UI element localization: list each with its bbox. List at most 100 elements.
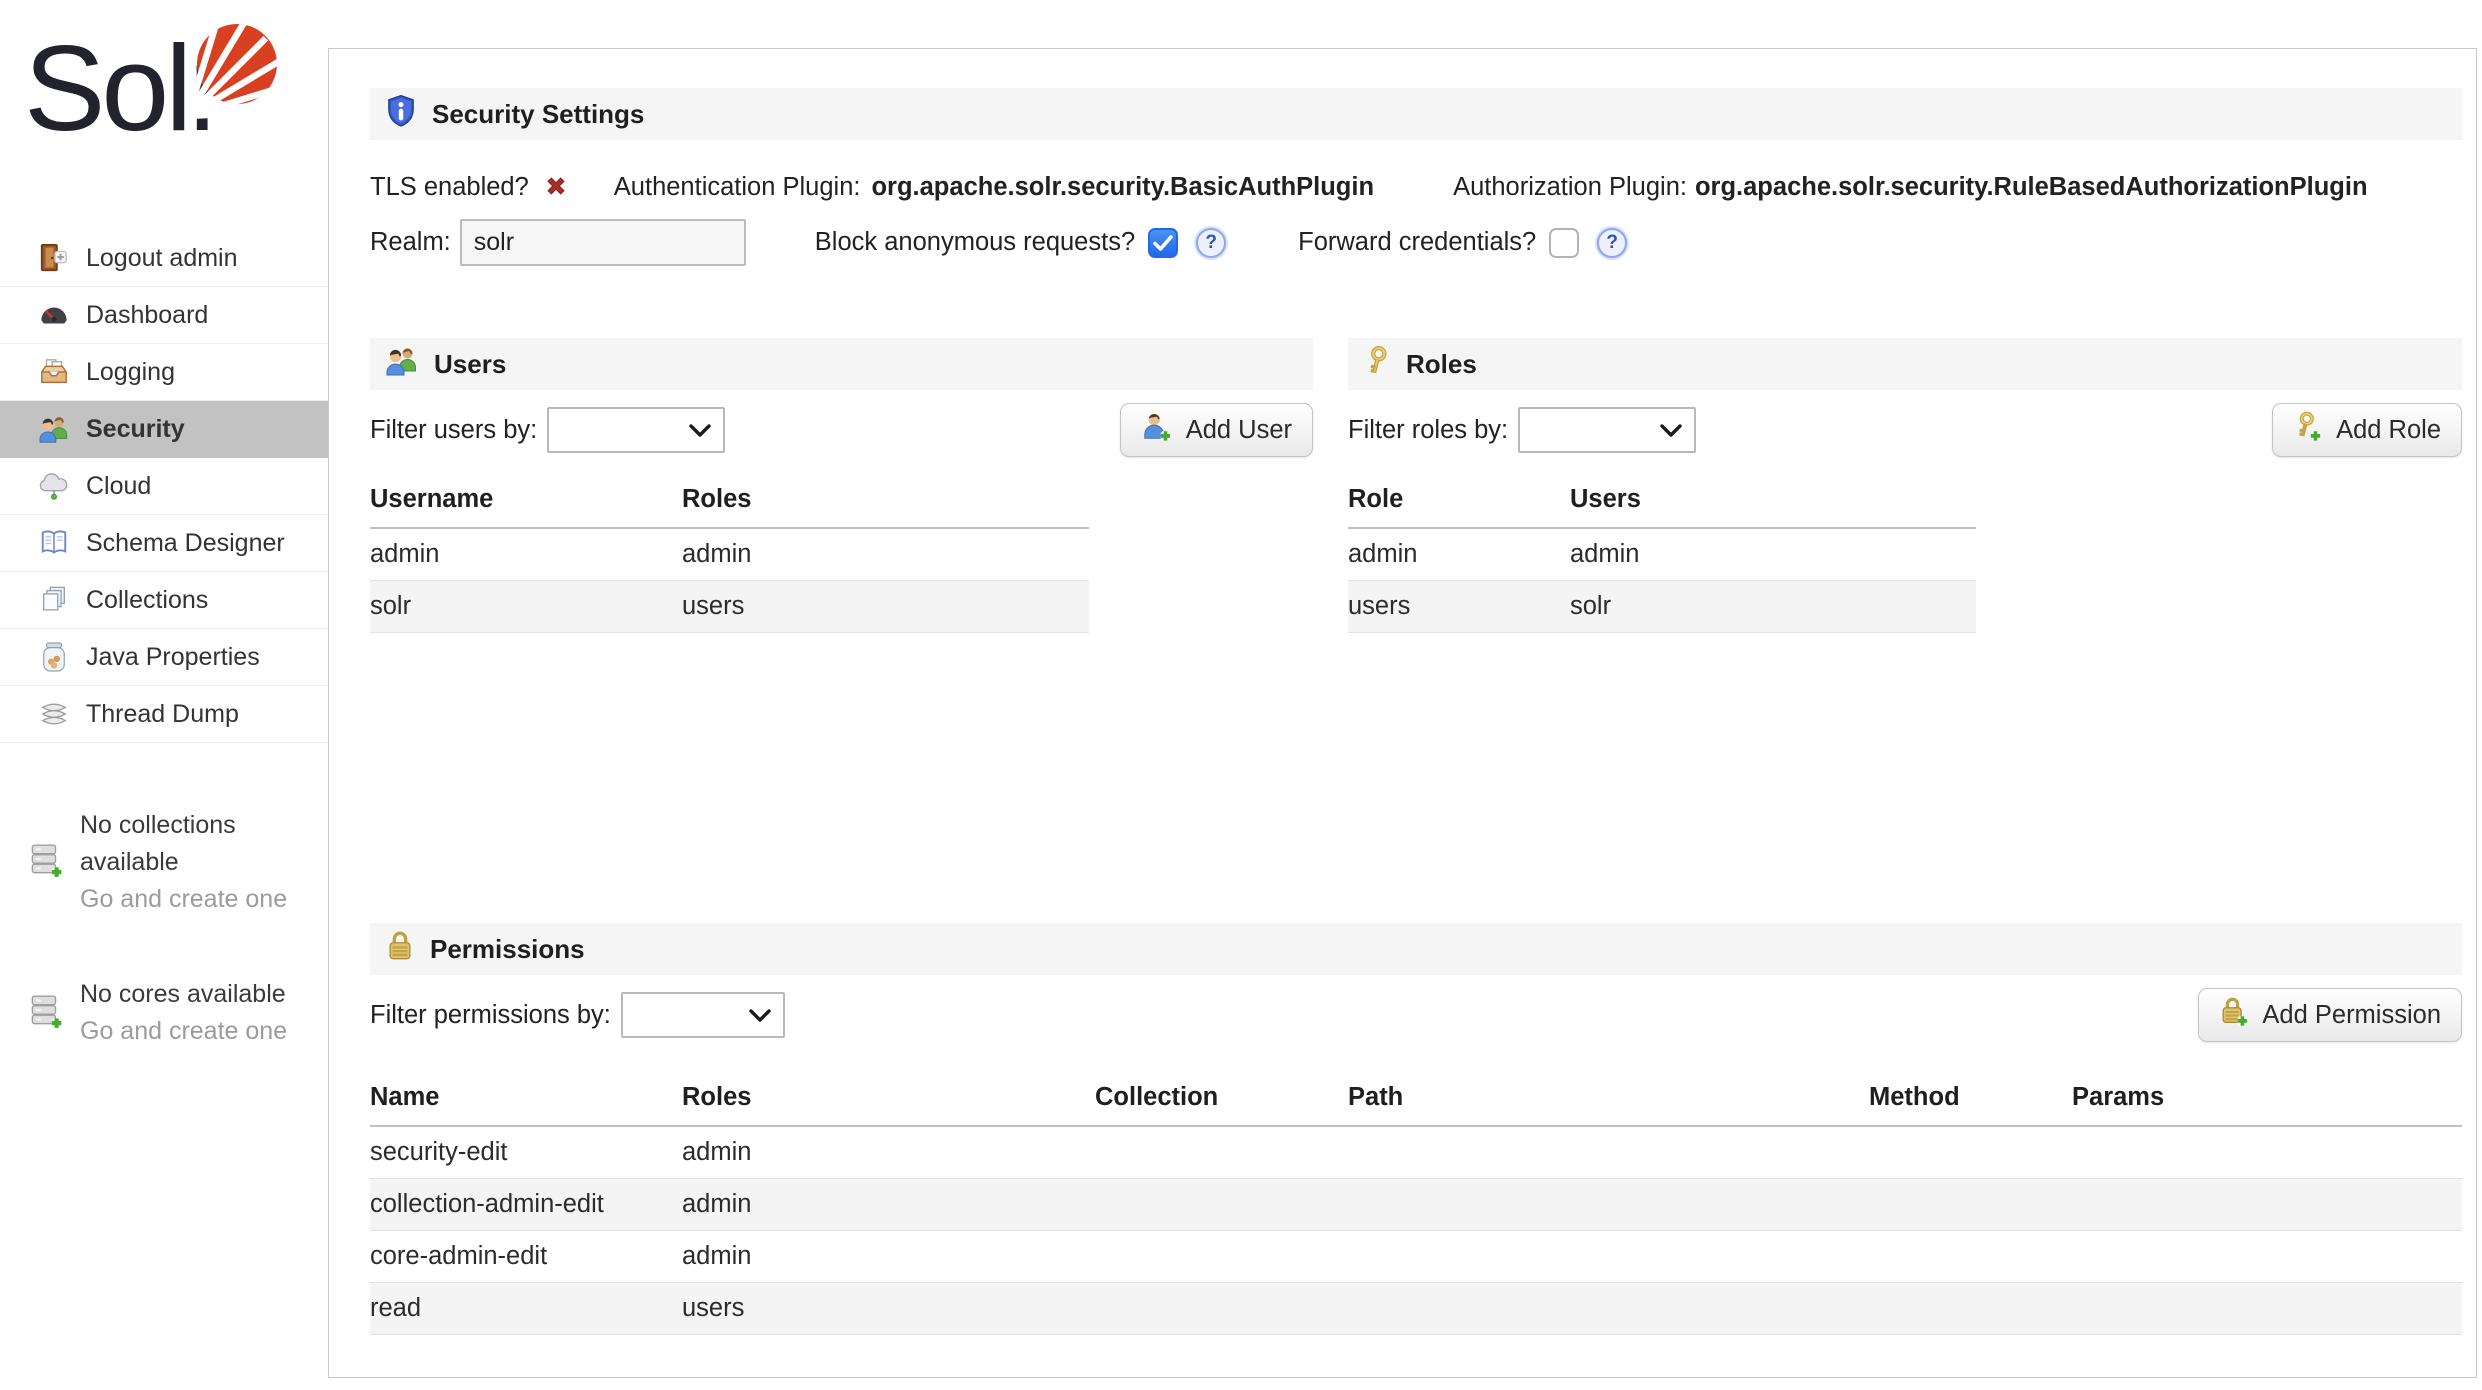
perm-col-params: Params — [2072, 1083, 2462, 1112]
jar-icon — [38, 641, 70, 673]
solr-logo[interactable]: Solr — [0, 0, 328, 230]
person-add-icon — [1141, 411, 1173, 450]
realm-input[interactable] — [460, 219, 746, 266]
table-row[interactable]: admin admin — [1348, 529, 1976, 581]
users-col-roles: Roles — [682, 485, 1089, 514]
cell-roles: users — [682, 592, 1089, 621]
solr-admin-page: Solr — [0, 0, 2482, 1390]
sidebar-item-thread-dump[interactable]: Thread Dump — [0, 686, 328, 743]
cell-roles: admin — [682, 540, 1089, 569]
add-user-label: Add User — [1186, 416, 1292, 445]
cell-name: collection-admin-edit — [370, 1190, 682, 1219]
plugin-info-row: TLS enabled? Authentication Plugin: org.… — [370, 171, 2462, 203]
tls-disabled-icon — [541, 171, 571, 203]
cell-username: admin — [370, 540, 682, 569]
cell-username: solr — [370, 592, 682, 621]
roles-col-role: Role — [1348, 485, 1570, 514]
block-anonymous-checkbox[interactable] — [1148, 228, 1178, 258]
create-collection-link[interactable]: Go and create one — [80, 885, 287, 913]
sidebar-item-logout[interactable]: Logout admin — [0, 230, 328, 287]
sidebar-item-label: Logout admin — [86, 244, 238, 273]
filter-permissions-select[interactable] — [621, 992, 785, 1038]
shield-info-icon — [385, 94, 417, 135]
add-permission-label: Add Permission — [2262, 1001, 2441, 1030]
table-row[interactable]: security-edit admin — [370, 1127, 2462, 1179]
filter-users-select[interactable] — [547, 407, 725, 453]
sidebar-item-dashboard[interactable]: Dashboard — [0, 287, 328, 344]
no-collections-text: No collections available — [80, 811, 236, 876]
dashboard-gauge-icon — [38, 299, 70, 331]
authz-plugin-value: org.apache.solr.security.RuleBasedAuthor… — [1695, 173, 2368, 202]
sidebar-item-cloud[interactable]: Cloud — [0, 458, 328, 515]
sidebar-item-java-properties[interactable]: Java Properties — [0, 629, 328, 686]
sidebar-item-label: Dashboard — [86, 301, 208, 330]
sidebar-item-label: Cloud — [86, 472, 151, 501]
sidebar-item-collections[interactable]: Collections — [0, 572, 328, 629]
page-title: Security Settings — [432, 99, 644, 130]
users-people-icon — [385, 345, 419, 384]
table-row[interactable]: core-admin-edit admin — [370, 1231, 2462, 1283]
users-table: Username Roles admin admin solr users — [370, 475, 1089, 633]
solr-sunburst-icon — [180, 22, 280, 127]
add-role-button[interactable]: Add Role — [2272, 403, 2462, 457]
table-row[interactable]: collection-admin-edit admin — [370, 1179, 2462, 1231]
add-permission-button[interactable]: Add Permission — [2198, 988, 2462, 1042]
permissions-section-header: Permissions — [370, 923, 2462, 975]
cell-roles: admin — [682, 1242, 1095, 1271]
chevron-down-icon — [689, 424, 711, 437]
security-people-icon — [38, 413, 70, 445]
sidebar: Solr — [0, 0, 328, 1390]
realm-row: Realm: Block anonymous requests? ? Forwa… — [370, 219, 2462, 266]
perm-col-name: Name — [370, 1083, 682, 1112]
roles-section-title: Roles — [1406, 349, 1477, 380]
block-anonymous-label: Block anonymous requests? — [815, 228, 1135, 257]
no-cores-note: No cores available Go and create one — [26, 976, 326, 1050]
sidebar-item-security[interactable]: Security — [0, 401, 328, 458]
table-row[interactable]: admin admin — [370, 529, 1089, 581]
chevron-down-icon — [1660, 424, 1682, 437]
permissions-table: Name Roles Collection Path Method Params… — [370, 1073, 2462, 1335]
add-user-button[interactable]: Add User — [1120, 403, 1313, 457]
sidebar-item-logging[interactable]: Logging — [0, 344, 328, 401]
roles-col-users: Users — [1570, 485, 1976, 514]
cell-role: admin — [1348, 540, 1570, 569]
filter-roles-label: Filter roles by: — [1348, 416, 1508, 445]
cell-users: solr — [1570, 592, 1976, 621]
table-row[interactable]: solr users — [370, 581, 1089, 633]
main-panel: Security Settings TLS enabled? Authentic… — [328, 48, 2477, 1378]
perm-col-method: Method — [1869, 1083, 2072, 1112]
sidebar-menu: Logout admin Dashboard — [0, 230, 328, 743]
perm-col-path: Path — [1348, 1083, 1869, 1112]
cell-name: security-edit — [370, 1138, 682, 1167]
sidebar-item-label: Thread Dump — [86, 700, 239, 729]
create-core-link[interactable]: Go and create one — [80, 1017, 287, 1045]
lock-icon — [385, 930, 415, 969]
open-book-icon — [38, 527, 70, 559]
sidebar-item-label: Security — [86, 415, 185, 444]
cell-name: core-admin-edit — [370, 1242, 682, 1271]
cell-name: read — [370, 1294, 682, 1323]
users-col-username: Username — [370, 485, 682, 514]
layers-stack-icon — [38, 698, 70, 730]
filter-users-label: Filter users by: — [370, 416, 537, 445]
perm-col-collection: Collection — [1095, 1083, 1348, 1112]
forward-credentials-help-icon[interactable]: ? — [1597, 228, 1627, 258]
roles-section-header: Roles — [1348, 338, 2462, 390]
users-section-title: Users — [434, 349, 506, 380]
forward-credentials-checkbox[interactable] — [1549, 228, 1579, 258]
auth-plugin-value: org.apache.solr.security.BasicAuthPlugin — [871, 173, 1374, 202]
database-add-icon — [26, 993, 66, 1034]
block-anonymous-help-icon[interactable]: ? — [1196, 228, 1226, 258]
filter-roles-select[interactable] — [1518, 407, 1696, 453]
table-row[interactable]: read users — [370, 1283, 2462, 1335]
sidebar-item-label: Collections — [86, 586, 208, 615]
cell-roles: admin — [682, 1138, 1095, 1167]
auth-plugin-label: Authentication Plugin: — [614, 173, 861, 202]
cell-roles: users — [682, 1294, 1095, 1323]
no-cores-text: No cores available — [80, 980, 286, 1008]
table-row[interactable]: users solr — [1348, 581, 1976, 633]
sidebar-item-schema-designer[interactable]: Schema Designer — [0, 515, 328, 572]
key-icon — [1363, 345, 1391, 384]
stacked-documents-icon — [38, 584, 70, 616]
roles-table: Role Users admin admin users solr — [1348, 475, 1976, 633]
